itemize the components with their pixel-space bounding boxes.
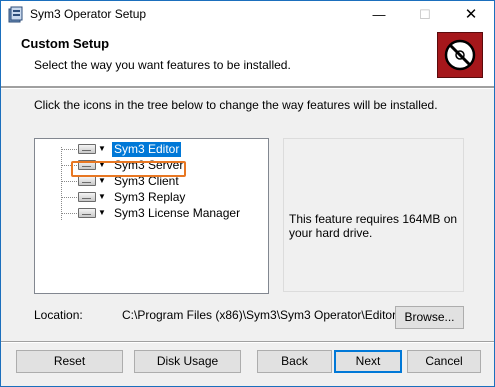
chevron-down-icon[interactable]: ▼ (98, 192, 106, 202)
drive-icon[interactable] (78, 176, 96, 186)
chevron-down-icon[interactable]: ▼ (98, 208, 106, 218)
location-label: Location: (34, 308, 83, 322)
tree-item-sym3-replay[interactable]: ▼ Sym3 Replay (61, 190, 261, 206)
drive-icon[interactable] (78, 192, 96, 202)
cancel-button[interactable]: Cancel (407, 350, 481, 373)
focus-highlight-box (71, 161, 186, 177)
tree-item-label[interactable]: Sym3 Replay (112, 190, 187, 205)
feature-description-text: This feature requires 164MB on your hard… (289, 212, 458, 240)
chevron-down-icon[interactable]: ▼ (98, 144, 106, 154)
feature-tree[interactable]: ▼ Sym3 Editor ▼ Sym3 Server ▼ Sym3 Clien… (34, 138, 269, 294)
product-logo (437, 32, 483, 78)
tree-item-label[interactable]: Sym3 Editor (112, 142, 182, 157)
divider (1, 341, 494, 343)
reset-button[interactable]: Reset (16, 350, 123, 373)
tree-item-sym3-editor[interactable]: ▼ Sym3 Editor (61, 142, 261, 158)
minimize-button[interactable]: — (356, 1, 402, 29)
next-button[interactable]: Next (334, 350, 402, 373)
drive-icon[interactable] (78, 144, 96, 154)
divider (1, 87, 494, 89)
page-title: Custom Setup (21, 36, 110, 51)
instructions-text: Click the icons in the tree below to cha… (34, 98, 438, 112)
browse-button[interactable]: Browse... (395, 306, 464, 329)
installer-app-icon (8, 6, 23, 23)
tree-item-label[interactable]: Sym3 License Manager (112, 206, 242, 221)
close-button[interactable]: ✕ (448, 1, 494, 29)
setup-window: Sym3 Operator Setup — ☐ ✕ Custom Setup S… (0, 0, 495, 387)
window-title: Sym3 Operator Setup (30, 7, 147, 21)
feature-description-panel: This feature requires 164MB on your hard… (283, 138, 464, 292)
tree-item-sym3-license-manager[interactable]: ▼ Sym3 License Manager (61, 206, 261, 222)
disk-usage-button[interactable]: Disk Usage (134, 350, 241, 373)
page-subtitle: Select the way you want features to be i… (34, 58, 291, 72)
maximize-button[interactable]: ☐ (402, 1, 448, 29)
no-entry-disc-icon (444, 39, 476, 71)
header-banner: Custom Setup Select the way you want fea… (1, 29, 494, 87)
chevron-down-icon[interactable]: ▼ (98, 176, 106, 186)
drive-icon[interactable] (78, 208, 96, 218)
back-button[interactable]: Back (257, 350, 332, 373)
location-path: C:\Program Files (x86)\Sym3\Sym3 Operato… (122, 308, 400, 322)
title-bar[interactable]: Sym3 Operator Setup — ☐ ✕ (1, 1, 494, 29)
